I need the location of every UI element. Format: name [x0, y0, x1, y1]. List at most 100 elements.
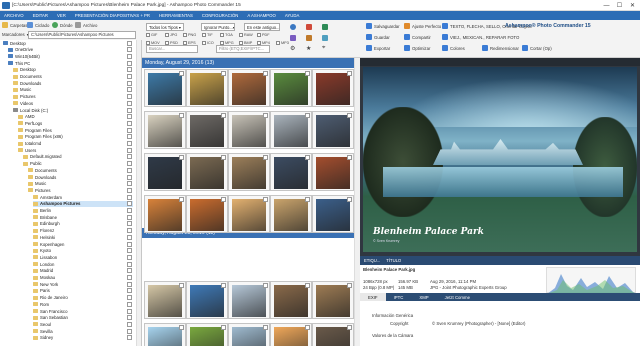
where-button[interactable]: Dónde: [52, 22, 73, 28]
tree-item-checkbox[interactable]: [127, 127, 132, 133]
thumbnail-checkbox[interactable]: [263, 197, 268, 202]
preview-image[interactable]: Blenheim Palace Park © Sven Krumrey: [363, 67, 637, 252]
thumbnail[interactable]: [144, 195, 186, 233]
tab-xmp[interactable]: XMP: [411, 293, 436, 301]
thumbnail[interactable]: [186, 281, 228, 319]
optimize-button[interactable]: Optimizar: [404, 45, 430, 51]
folders-button[interactable]: Carpetas: [2, 22, 27, 28]
thumbnail[interactable]: [228, 153, 270, 191]
maximize-button[interactable]: ☐: [613, 0, 626, 11]
tree-item-checkbox[interactable]: [127, 47, 132, 53]
tree-item[interactable]: Videos: [13, 100, 133, 106]
tree-item-checkbox[interactable]: [127, 120, 132, 126]
tree-item-checkbox[interactable]: [127, 335, 132, 341]
archive-button[interactable]: Archivo: [75, 22, 97, 28]
thumbnail[interactable]: [312, 323, 354, 346]
thumbnail[interactable]: [144, 323, 186, 346]
tree-item[interactable]: Rio de Janeiro: [33, 295, 133, 301]
thumbnail[interactable]: [186, 153, 228, 191]
tab-comments[interactable]: Jetzt Comme: [437, 293, 478, 301]
tree-item[interactable]: London: [33, 261, 133, 267]
tree-item-checkbox[interactable]: [127, 80, 132, 86]
menu-settings[interactable]: CONFIGURACIÓN: [202, 13, 239, 18]
thumbnail-checkbox[interactable]: [221, 113, 226, 118]
tree-item[interactable]: Madrid: [33, 268, 133, 274]
thumbnail[interactable]: [312, 111, 354, 149]
save-button[interactable]: Guardar: [366, 34, 390, 40]
tree-item[interactable]: Florenz: [33, 228, 133, 234]
tab-iptc[interactable]: IPTC: [386, 293, 412, 301]
thumbnail-checkbox[interactable]: [263, 113, 268, 118]
tree-item[interactable]: Program Files (x86): [18, 134, 133, 140]
tree-item[interactable]: Berlin: [33, 208, 133, 214]
save-as-button[interactable]: Salvaguardar: [366, 23, 400, 29]
thumbnail-checkbox[interactable]: [179, 113, 184, 118]
tree-item[interactable]: Paris: [33, 288, 133, 294]
tree-item[interactable]: Documents: [28, 167, 133, 173]
tree-item-checkbox[interactable]: [127, 67, 132, 73]
tree-item-checkbox[interactable]: [127, 194, 132, 200]
tree-item-checkbox[interactable]: [127, 187, 132, 193]
tree-item-checkbox[interactable]: [127, 40, 132, 46]
tree-item[interactable]: Brisbane: [33, 214, 133, 220]
tree-item[interactable]: Amsterdam: [33, 194, 133, 200]
title-tab[interactable]: TÍTULO: [386, 258, 401, 263]
path-field[interactable]: C:\Users\Public\Pictures\Ashampoo Pictur…: [28, 31, 136, 39]
tree-item[interactable]: Helsinki: [33, 234, 133, 240]
group-header-1[interactable]: Monday, August 29, 2016 (13): [142, 58, 354, 68]
tree-item-checkbox[interactable]: [127, 214, 132, 220]
tree-item[interactable]: Moskau: [33, 275, 133, 281]
thumbnail-checkbox[interactable]: [305, 155, 310, 160]
thumbnail-checkbox[interactable]: [305, 197, 310, 202]
thumbnail[interactable]: [228, 195, 270, 233]
format-jpg[interactable]: JPG: [165, 33, 177, 37]
menu-help[interactable]: AYUDA: [285, 13, 300, 18]
repair-button[interactable]: VIEJ., MEXICAN., REPARAR FOTO: [442, 34, 519, 40]
tree-item-checkbox[interactable]: [127, 161, 132, 167]
tree-item[interactable]: PerfLogs: [18, 120, 133, 126]
tab-exif[interactable]: EXIF: [360, 293, 386, 301]
thumbnail[interactable]: [144, 111, 186, 149]
tree-item[interactable]: totalcmd: [18, 141, 133, 147]
tree-item-checkbox[interactable]: [127, 241, 132, 247]
tree-item-checkbox[interactable]: [127, 275, 132, 280]
thumbnail[interactable]: [270, 281, 312, 319]
tree-item-checkbox[interactable]: [127, 147, 132, 153]
tree-item[interactable]: Users: [18, 147, 133, 153]
tree-item-checkbox[interactable]: [127, 308, 132, 314]
thumbnail[interactable]: [228, 111, 270, 149]
thumbnail[interactable]: [186, 323, 228, 346]
menu-slideshow[interactable]: PRESENTACIÓN DIAPOSITIVAS + PR: [75, 13, 150, 18]
tree-item-checkbox[interactable]: [127, 221, 132, 227]
tree-item-checkbox[interactable]: [127, 154, 132, 160]
copy-icon[interactable]: [322, 35, 328, 41]
menu-tools[interactable]: HERRAMIENTAS: [159, 13, 193, 18]
thumbnail[interactable]: [270, 153, 312, 191]
tree-item-checkbox[interactable]: [127, 60, 132, 66]
thumbnail[interactable]: [228, 323, 270, 346]
thumbnail-checkbox[interactable]: [263, 325, 268, 330]
thumbnail[interactable]: [186, 69, 228, 107]
format-png[interactable]: PNG: [183, 33, 196, 37]
tree-item-checkbox[interactable]: [127, 295, 132, 301]
thumbnail-checkbox[interactable]: [221, 197, 226, 202]
close-button[interactable]: ✕: [626, 0, 639, 11]
tree-item[interactable]: Sevilla: [33, 328, 133, 334]
tree-item-checkbox[interactable]: [127, 301, 132, 307]
thumbnail-checkbox[interactable]: [179, 71, 184, 76]
thumbnail-checkbox[interactable]: [347, 325, 352, 330]
thumbnail[interactable]: [144, 69, 186, 107]
tree-item-checkbox[interactable]: [127, 94, 132, 100]
tree-item[interactable]: Pictures: [13, 94, 133, 100]
format-ico[interactable]: ICO: [202, 41, 214, 45]
format-tif[interactable]: TIF: [202, 33, 213, 37]
tree-item-checkbox[interactable]: [127, 254, 132, 260]
thumbnail-checkbox[interactable]: [179, 283, 184, 288]
tree-item[interactable]: New York: [33, 281, 133, 287]
thumbnail[interactable]: [228, 69, 270, 107]
thumbnail-checkbox[interactable]: [263, 283, 268, 288]
thumbnail[interactable]: [144, 153, 186, 191]
thumbnail[interactable]: [312, 69, 354, 107]
refresh-icon[interactable]: [290, 24, 296, 30]
thumbnail-checkbox[interactable]: [221, 325, 226, 330]
